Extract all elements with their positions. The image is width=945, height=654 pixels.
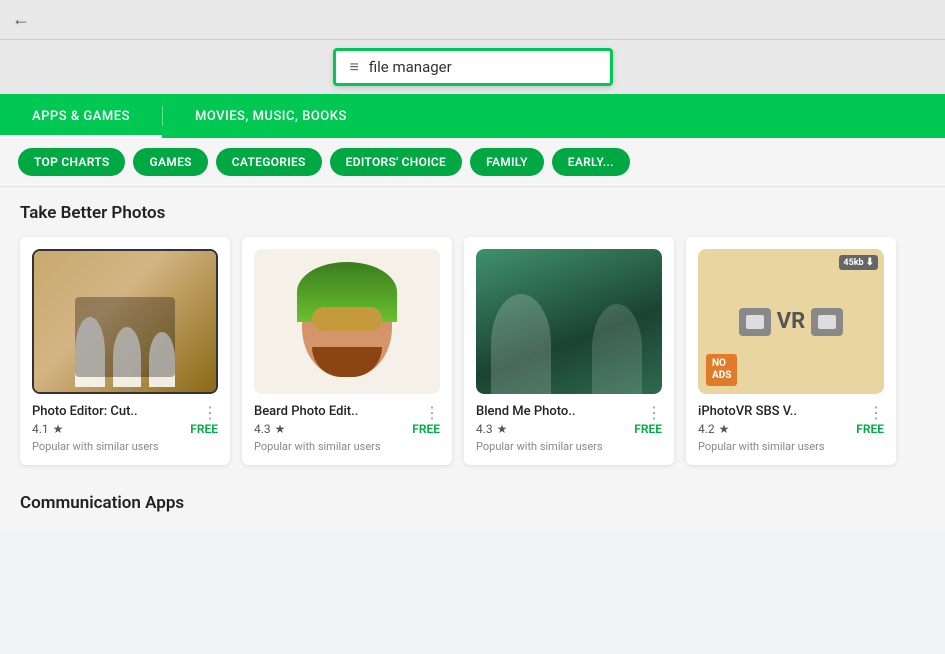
app-name-blend: Blend Me Photo.. [476,404,576,419]
rating-photo-editor: 4.1 [32,422,49,436]
app-card-beard[interactable]: Beard Photo Edit.. ⋮ 4.3 ★ FREE Popular … [242,237,452,465]
pill-games[interactable]: GAMES [133,148,207,176]
star-iphoto: ★ [719,422,730,436]
subtitle-beard: Popular with similar users [254,440,440,453]
star-blend: ★ [497,422,508,436]
app-thumbnail-photo-editor [32,249,218,394]
price-photo-editor: FREE [190,422,218,436]
rating-blend: 4.3 [476,422,493,436]
app-thumbnail-iphoto: 45kb ⬇ VR NOADS [698,249,884,394]
vr-card-left [739,308,771,336]
rating-beard: 4.3 [254,422,271,436]
browser-chrome: ← [0,0,945,40]
app-card-blend[interactable]: Blend Me Photo.. ⋮ 4.3 ★ FREE Popular wi… [464,237,674,465]
apps-row-photos: Photo Editor: Cut.. ⋮ 4.1 ★ FREE Popular… [20,237,925,465]
pill-top-charts[interactable]: TOP CHARTS [18,148,125,176]
section-title-photos: Take Better Photos [20,203,925,223]
search-text: file manager [369,58,452,76]
app-name-iphoto: iPhotoVR SBS V.. [698,404,797,419]
pills-container: TOP CHARTS GAMES CATEGORIES EDITORS' CHO… [0,138,945,187]
app-name-beard: Beard Photo Edit.. [254,404,358,419]
app-card-iphoto[interactable]: 45kb ⬇ VR NOADS [686,237,896,465]
price-blend: FREE [634,422,662,436]
app-menu-photo-editor[interactable]: ⋮ [202,405,218,421]
pill-categories[interactable]: CATEGORIES [216,148,322,176]
subtitle-photo-editor: Popular with similar users [32,440,218,453]
search-bar-wrapper: ≡ file manager [0,40,945,94]
back-button[interactable]: ← [12,9,30,30]
search-bar[interactable]: ≡ file manager [333,48,613,86]
app-thumbnail-blend [476,249,662,394]
pill-editors-choice[interactable]: EDITORS' CHOICE [330,148,462,176]
star-beard: ★ [275,422,286,436]
app-menu-blend[interactable]: ⋮ [646,405,662,421]
no-ads-badge: NOADS [706,354,737,386]
price-beard: FREE [412,422,440,436]
size-badge: 45kb ⬇ [839,255,878,270]
star-photo-editor: ★ [53,422,64,436]
rating-iphoto: 4.2 [698,422,715,436]
app-card-photo-editor[interactable]: Photo Editor: Cut.. ⋮ 4.1 ★ FREE Popular… [20,237,230,465]
vr-letter: VR [777,309,805,334]
vr-card-right [811,308,843,336]
pill-early[interactable]: EARLY... [552,148,630,176]
subtitle-blend: Popular with similar users [476,440,662,453]
app-menu-iphoto[interactable]: ⋮ [868,405,884,421]
tab-apps-games[interactable]: APPS & GAMES [0,94,162,138]
main-content: Take Better Photos Photo Editor: Cut.. ⋮ [0,187,945,529]
section-title-communication: Communication Apps [20,485,925,513]
tab-movies-music[interactable]: MOVIES, MUSIC, BOOKS [163,94,379,138]
subtitle-iphoto: Popular with similar users [698,440,884,453]
pill-family[interactable]: FAMILY [470,148,544,176]
nav-bar: APPS & GAMES MOVIES, MUSIC, BOOKS [0,94,945,138]
price-iphoto: FREE [856,422,884,436]
app-thumbnail-beard [254,249,440,394]
menu-icon: ≡ [350,57,359,77]
app-name-photo-editor: Photo Editor: Cut.. [32,404,138,419]
app-menu-beard[interactable]: ⋮ [424,405,440,421]
